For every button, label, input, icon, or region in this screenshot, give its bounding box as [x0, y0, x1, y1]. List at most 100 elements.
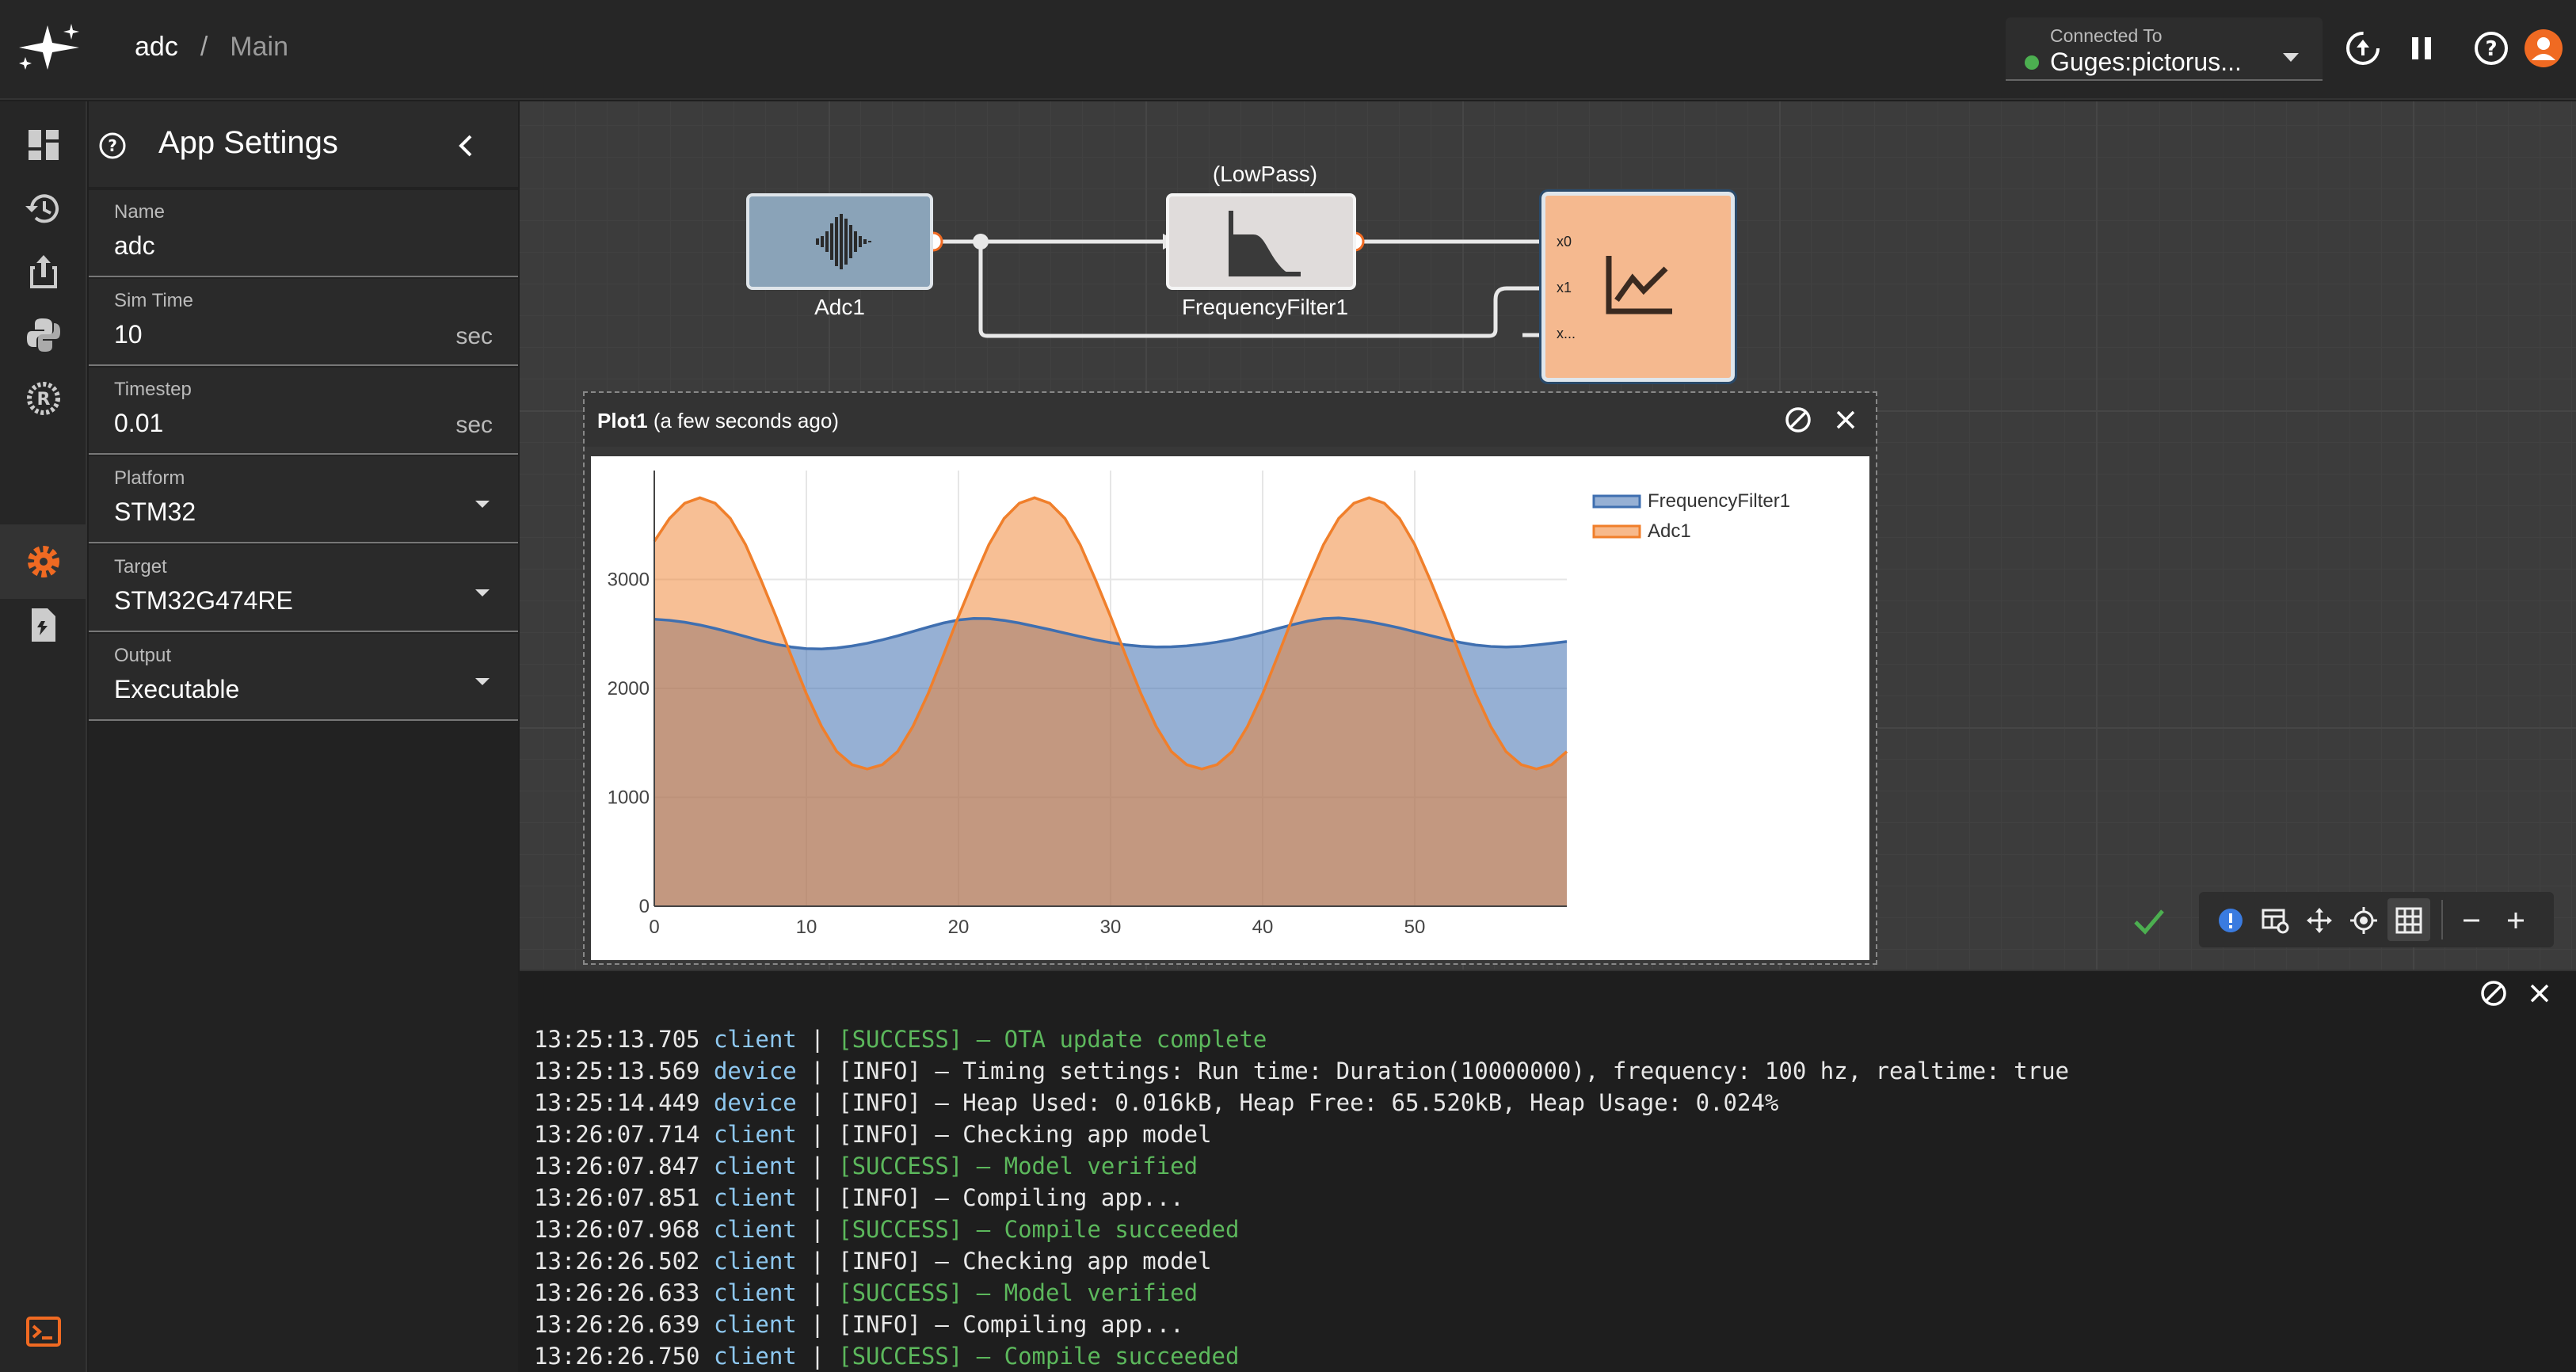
log-line: 13:26:07.847 client | [SUCCESS] – Model … — [534, 1150, 2069, 1182]
pause-icon[interactable] — [2402, 29, 2441, 68]
move-icon[interactable] — [2305, 906, 2334, 935]
platform-select[interactable]: Platform STM32 — [89, 456, 518, 543]
close-console-icon[interactable] — [2525, 979, 2554, 1008]
avatar-icon[interactable] — [2524, 29, 2563, 68]
collapse-chevron-icon[interactable] — [450, 130, 482, 162]
timestep-field[interactable]: Timestep 0.01 sec — [89, 368, 518, 455]
panel-header: ? App Settings — [89, 101, 518, 187]
log-message: [INFO] – Heap Used: 0.016kB, Heap Free: … — [838, 1089, 1779, 1116]
share-icon[interactable] — [24, 252, 63, 292]
name-field[interactable]: Name adc — [89, 190, 518, 277]
zoom-in-icon[interactable] — [2502, 906, 2530, 935]
console-panel: 13:25:13.705 client | [SUCCESS] – OTA up… — [520, 970, 2576, 1372]
filter-block-caption: (LowPass) — [1212, 162, 1318, 186]
plot-window-title: Plot1 — [597, 409, 648, 433]
log-source: device — [699, 1089, 797, 1116]
table-settings-icon[interactable] — [2261, 906, 2289, 935]
rust-icon[interactable]: R — [24, 379, 63, 418]
lowpass-filter-icon — [1229, 211, 1301, 276]
dropdown-arrow-icon — [475, 501, 490, 508]
log-separator: | — [796, 1343, 839, 1370]
log-separator: | — [796, 1058, 839, 1084]
dropdown-arrow-icon — [475, 589, 490, 596]
legend-swatch — [1592, 494, 1641, 509]
log-line: 13:26:07.968 client | [SUCCESS] – Compil… — [534, 1214, 2069, 1245]
check-icon[interactable] — [2129, 901, 2169, 941]
field-value[interactable]: 0.01 — [114, 409, 163, 438]
sim-time-field[interactable]: Sim Time 10 sec — [89, 279, 518, 366]
x-tick-label: 30 — [1100, 917, 1122, 938]
log-message: [INFO] – Checking app model — [838, 1121, 1212, 1148]
field-unit: sec — [455, 412, 493, 438]
help-icon[interactable]: ? — [98, 131, 127, 160]
close-icon[interactable] — [1831, 406, 1860, 434]
log-line: 13:26:26.750 client | [SUCCESS] – Compil… — [534, 1340, 2069, 1372]
area-chart: 0 10 20 30 40 50 0 1000 2000 3000 FrequencyFilter1… — [608, 471, 1790, 938]
settings-icon[interactable] — [24, 542, 63, 581]
log-source: client — [699, 1184, 797, 1211]
dashboard-icon[interactable] — [24, 125, 63, 165]
legend-label: Adc1 — [1648, 520, 1691, 542]
legend-swatch — [1592, 524, 1641, 539]
plot-block[interactable]: x0 x1 x... — [1539, 189, 1737, 384]
connection-selector[interactable]: Connected To Guges:pictorus... — [2006, 17, 2323, 81]
connection-label: Connected To — [2050, 25, 2163, 46]
log-timestamp: 13:25:14.449 — [534, 1089, 700, 1116]
history-icon[interactable] — [24, 189, 63, 228]
log-message: [SUCCESS] – Model verified — [838, 1279, 1198, 1306]
waveform-icon — [816, 214, 871, 269]
breadcrumb-separator: / — [200, 32, 208, 62]
toolbar-divider — [2441, 900, 2443, 939]
left-rail: R — [0, 101, 87, 1372]
svg-text:R: R — [37, 390, 51, 410]
log-timestamp: 13:26:07.851 — [534, 1184, 700, 1211]
legend-label: FrequencyFilter1 — [1648, 490, 1790, 512]
sparkle-logo-icon[interactable] — [16, 22, 84, 73]
python-icon[interactable] — [24, 315, 63, 355]
connection-value: Guges:pictorus... — [2050, 48, 2242, 76]
x-tick-label: 10 — [796, 917, 817, 938]
terminal-icon[interactable] — [24, 1312, 63, 1351]
breadcrumb: adc / Main — [135, 32, 288, 63]
x-tick-label: 20 — [948, 917, 970, 938]
log-source: client — [699, 1343, 797, 1370]
info-icon[interactable] — [2218, 908, 2243, 933]
clear-icon[interactable] — [1784, 406, 1812, 434]
log-source: client — [699, 1026, 797, 1053]
log-source: client — [699, 1248, 797, 1275]
panel-title: App Settings — [158, 125, 338, 160]
field-value: STM32G474RE — [114, 586, 293, 615]
log-line: 13:26:26.639 client | [INFO] – Compiling… — [534, 1309, 2069, 1340]
breadcrumb-page[interactable]: Main — [230, 32, 288, 63]
log-separator: | — [796, 1153, 839, 1180]
log-timestamp: 13:26:26.639 — [534, 1311, 700, 1338]
adc-block[interactable] — [746, 193, 933, 290]
log-separator: | — [796, 1121, 839, 1148]
field-value[interactable]: adc — [114, 231, 155, 261]
zoom-out-icon[interactable] — [2457, 906, 2486, 935]
script-file-icon[interactable] — [24, 605, 63, 645]
log-separator: | — [796, 1279, 839, 1306]
field-value[interactable]: 10 — [114, 320, 143, 349]
clear-console-icon[interactable] — [2479, 979, 2508, 1008]
log-message: [INFO] – Checking app model — [838, 1248, 1212, 1275]
target-select[interactable]: Target STM32G474RE — [89, 545, 518, 632]
output-select[interactable]: Output Executable — [89, 634, 518, 721]
frequency-filter-block[interactable] — [1166, 193, 1356, 290]
y-tick-label: 2000 — [608, 678, 650, 699]
log-message: [INFO] – Timing settings: Run time: Dura… — [838, 1058, 2070, 1084]
log-source: client — [699, 1121, 797, 1148]
field-unit: sec — [455, 323, 493, 349]
center-focus-icon[interactable] — [2349, 906, 2378, 935]
deploy-icon[interactable] — [2343, 29, 2383, 68]
help-icon[interactable]: ? — [2471, 29, 2511, 68]
field-label: Timestep — [114, 379, 192, 400]
log-separator: | — [796, 1089, 839, 1116]
chevron-down-icon — [2283, 53, 2299, 62]
grid-icon[interactable] — [2395, 906, 2423, 935]
log-separator: | — [796, 1311, 839, 1338]
log-message: [SUCCESS] – Compile succeeded — [838, 1216, 1240, 1243]
plot-window[interactable]: Plot1 (a few seconds ago) 0 10 20 30 40 50 0 10… — [583, 391, 1877, 965]
log-separator: | — [796, 1248, 839, 1275]
breadcrumb-project[interactable]: adc — [135, 32, 178, 63]
